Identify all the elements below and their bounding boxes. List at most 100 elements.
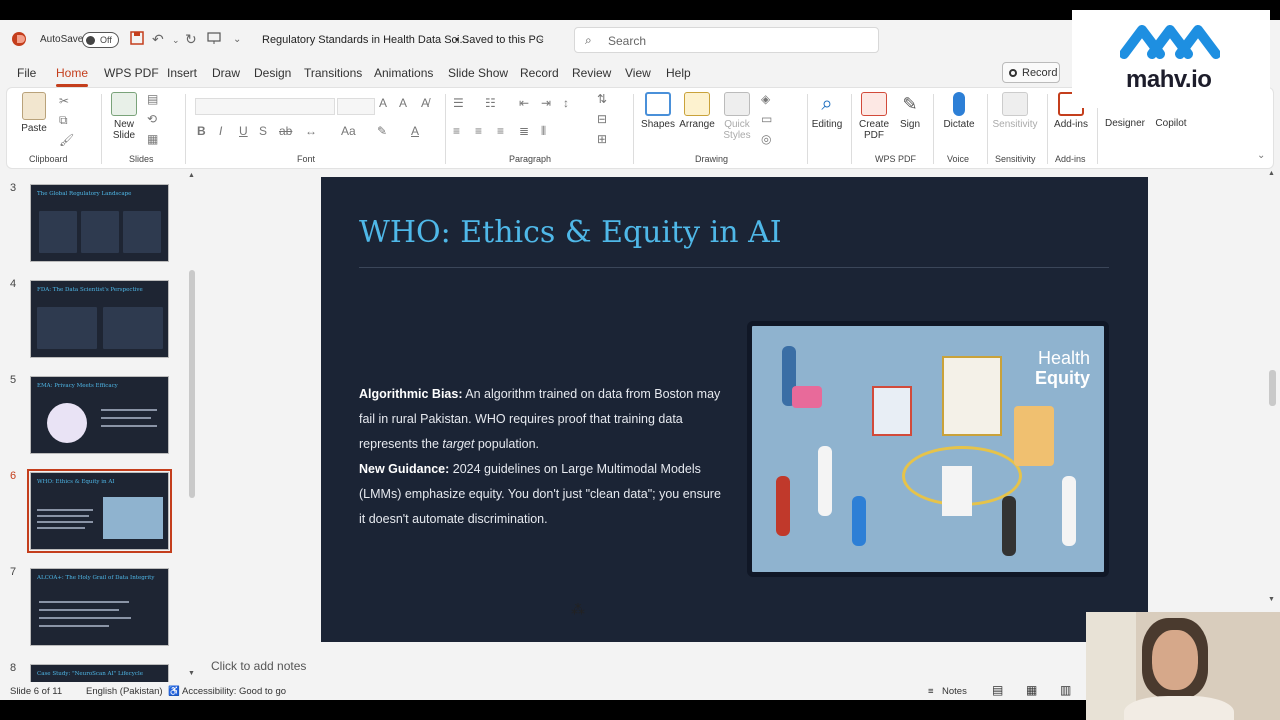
sensitivity-button[interactable]: Sensitivity — [991, 92, 1039, 130]
tab-wps-pdf[interactable]: WPS PDF — [104, 66, 159, 80]
tab-home[interactable]: Home — [56, 66, 89, 87]
designer-button[interactable]: Designer — [1103, 118, 1147, 129]
reset-icon[interactable]: ⟲ — [147, 112, 157, 126]
tab-slide-show[interactable]: Slide Show — [448, 66, 508, 80]
font-color-icon[interactable]: A — [411, 124, 419, 138]
numbering-icon[interactable]: ☷ — [485, 96, 496, 110]
underline-icon[interactable]: U — [239, 124, 248, 138]
increase-indent-icon[interactable]: ⇥ — [541, 96, 551, 110]
font-size-select[interactable] — [337, 98, 375, 115]
save-icon[interactable] — [130, 31, 144, 48]
tab-design[interactable]: Design — [254, 66, 291, 80]
tab-transitions[interactable]: Transitions — [304, 66, 362, 80]
bold-icon[interactable]: B — [197, 124, 206, 138]
thumbnail-scrollbar[interactable]: ▲ ▼ — [188, 172, 196, 680]
shape-outline-icon[interactable]: ▭ — [761, 112, 772, 126]
tab-insert[interactable]: Insert — [167, 66, 197, 80]
align-text-icon[interactable]: ⊟ — [597, 112, 607, 126]
save-status[interactable]: • Saved to this PC — [455, 34, 544, 46]
tab-draw[interactable]: Draw — [212, 66, 240, 80]
justify-icon[interactable]: ≣ — [519, 124, 529, 138]
save-status-chevron-icon[interactable]: ⌄ — [537, 33, 545, 44]
smartart-icon[interactable]: ⊞ — [597, 132, 607, 146]
slide-thumbnail-4[interactable]: FDA: The Data Scientist's Perspective — [30, 280, 169, 358]
line-spacing-icon[interactable]: ↕ — [563, 96, 569, 110]
tab-help[interactable]: Help — [666, 66, 691, 80]
shape-fill-icon[interactable]: ◈ — [761, 92, 770, 106]
slide-body-text[interactable]: Algorithmic Bias: An algorithm trained o… — [359, 382, 729, 532]
scrollbar-thumb[interactable] — [189, 270, 195, 498]
bullets-icon[interactable]: ☰ — [453, 96, 464, 110]
scroll-down-icon[interactable]: ▼ — [1268, 596, 1275, 603]
highlight-icon[interactable]: ✎ — [377, 124, 387, 138]
tab-record[interactable]: Record — [520, 66, 559, 80]
tab-view[interactable]: View — [625, 66, 651, 80]
copilot-button[interactable]: Copilot — [1151, 118, 1191, 129]
section-icon[interactable]: ▦ — [147, 132, 158, 146]
align-center-icon[interactable]: ≡ — [475, 124, 482, 138]
text-direction-icon[interactable]: ⇅ — [597, 92, 607, 106]
clear-format-icon[interactable]: A̸ — [421, 96, 429, 110]
slide-thumbnail-3[interactable]: The Global Regulatory Landscape — [30, 184, 169, 262]
columns-icon[interactable]: ⫴ — [541, 124, 546, 139]
slide-thumbnail-7[interactable]: ALCOA+: The Holy Grail of Data Integrity — [30, 568, 169, 646]
scrollbar-thumb[interactable] — [1269, 370, 1276, 406]
italic-icon[interactable]: I — [219, 124, 222, 138]
health-equity-illustration[interactable]: Health Equity — [747, 321, 1109, 577]
slide-title[interactable]: WHO: Ethics & Equity in AI — [359, 215, 782, 250]
dictate-button[interactable]: Dictate — [939, 92, 979, 130]
char-spacing-icon[interactable]: ↔ — [305, 124, 317, 138]
slide-thumbnail-5[interactable]: EMA: Privacy Meets Efficacy — [30, 376, 169, 454]
collapse-ribbon-icon[interactable]: ⌄ — [1257, 150, 1265, 161]
strikethrough-icon[interactable]: ab — [279, 124, 292, 138]
change-case-icon[interactable]: Aa — [341, 124, 356, 138]
slide-thumbnail-8[interactable]: Case Study: "NeuroScan AI" Lifecycle — [30, 664, 169, 682]
increase-font-icon[interactable]: A — [379, 96, 387, 110]
record-button[interactable]: Record — [1002, 62, 1060, 83]
align-right-icon[interactable]: ≡ — [497, 124, 504, 138]
align-left-icon[interactable]: ≡ — [453, 124, 460, 138]
decrease-font-icon[interactable]: A — [399, 96, 407, 110]
tab-review[interactable]: Review — [572, 66, 611, 80]
cut-icon[interactable]: ✂ — [59, 94, 69, 108]
reading-view-icon[interactable]: ▥ — [1060, 683, 1071, 697]
redo-icon[interactable]: ↻ — [185, 31, 197, 48]
accessibility-icon[interactable]: ♿ — [168, 686, 180, 697]
autosave-toggle[interactable]: Off — [82, 32, 119, 48]
slide-scrollbar[interactable]: ▲ ▼ — [1268, 170, 1277, 608]
document-title[interactable]: Regulatory Standards in Health Data Sci.… — [262, 34, 469, 46]
font-family-select[interactable] — [195, 98, 335, 115]
quick-styles-button[interactable]: Quick Styles — [721, 92, 753, 141]
format-painter-icon[interactable]: 🖌 — [59, 133, 74, 147]
copy-icon[interactable]: ⧉ — [59, 113, 68, 128]
undo-icon[interactable]: ↶ — [152, 31, 164, 48]
slide-sorter-icon[interactable]: ▦ — [1026, 683, 1037, 697]
slide-count[interactable]: Slide 6 of 11 — [10, 686, 62, 697]
scroll-up-icon[interactable]: ▲ — [1268, 170, 1275, 177]
present-icon[interactable] — [207, 31, 221, 48]
accessibility-status[interactable]: Accessibility: Good to go — [182, 686, 286, 697]
normal-view-icon[interactable]: ▤ — [992, 683, 1003, 697]
shadow-icon[interactable]: S — [259, 124, 267, 138]
shapes-button[interactable]: Shapes — [641, 92, 675, 130]
arrange-button[interactable]: Arrange — [677, 92, 717, 130]
notes-icon[interactable]: ≡ — [928, 686, 934, 697]
search-box[interactable]: ⌕ Search — [574, 27, 879, 53]
create-pdf-button[interactable]: Create PDF — [857, 92, 891, 141]
language[interactable]: English (Pakistan) — [86, 686, 163, 697]
slide-thumbnail-6[interactable]: WHO: Ethics & Equity in AI — [27, 469, 172, 553]
undo-dropdown-icon[interactable]: ⌄ — [172, 35, 180, 46]
scroll-down-icon[interactable]: ▼ — [188, 670, 195, 677]
tab-animations[interactable]: Animations — [374, 66, 433, 80]
editing-button[interactable]: ⌕ Editing — [809, 92, 845, 130]
notes-toggle[interactable]: Notes — [942, 686, 967, 697]
sign-button[interactable]: ✎ Sign — [895, 92, 925, 130]
tab-file[interactable]: File — [17, 66, 36, 80]
shape-effects-icon[interactable]: ◎ — [761, 132, 771, 146]
new-slide-button[interactable]: New Slide — [109, 92, 139, 141]
scroll-up-icon[interactable]: ▲ — [188, 172, 195, 179]
slide-canvas[interactable]: WHO: Ethics & Equity in AI Algorithmic B… — [321, 177, 1148, 642]
notes-placeholder[interactable]: Click to add notes — [211, 659, 306, 673]
customize-toolbar-icon[interactable]: ⌄ — [233, 34, 241, 45]
paste-button[interactable]: Paste — [19, 92, 49, 134]
